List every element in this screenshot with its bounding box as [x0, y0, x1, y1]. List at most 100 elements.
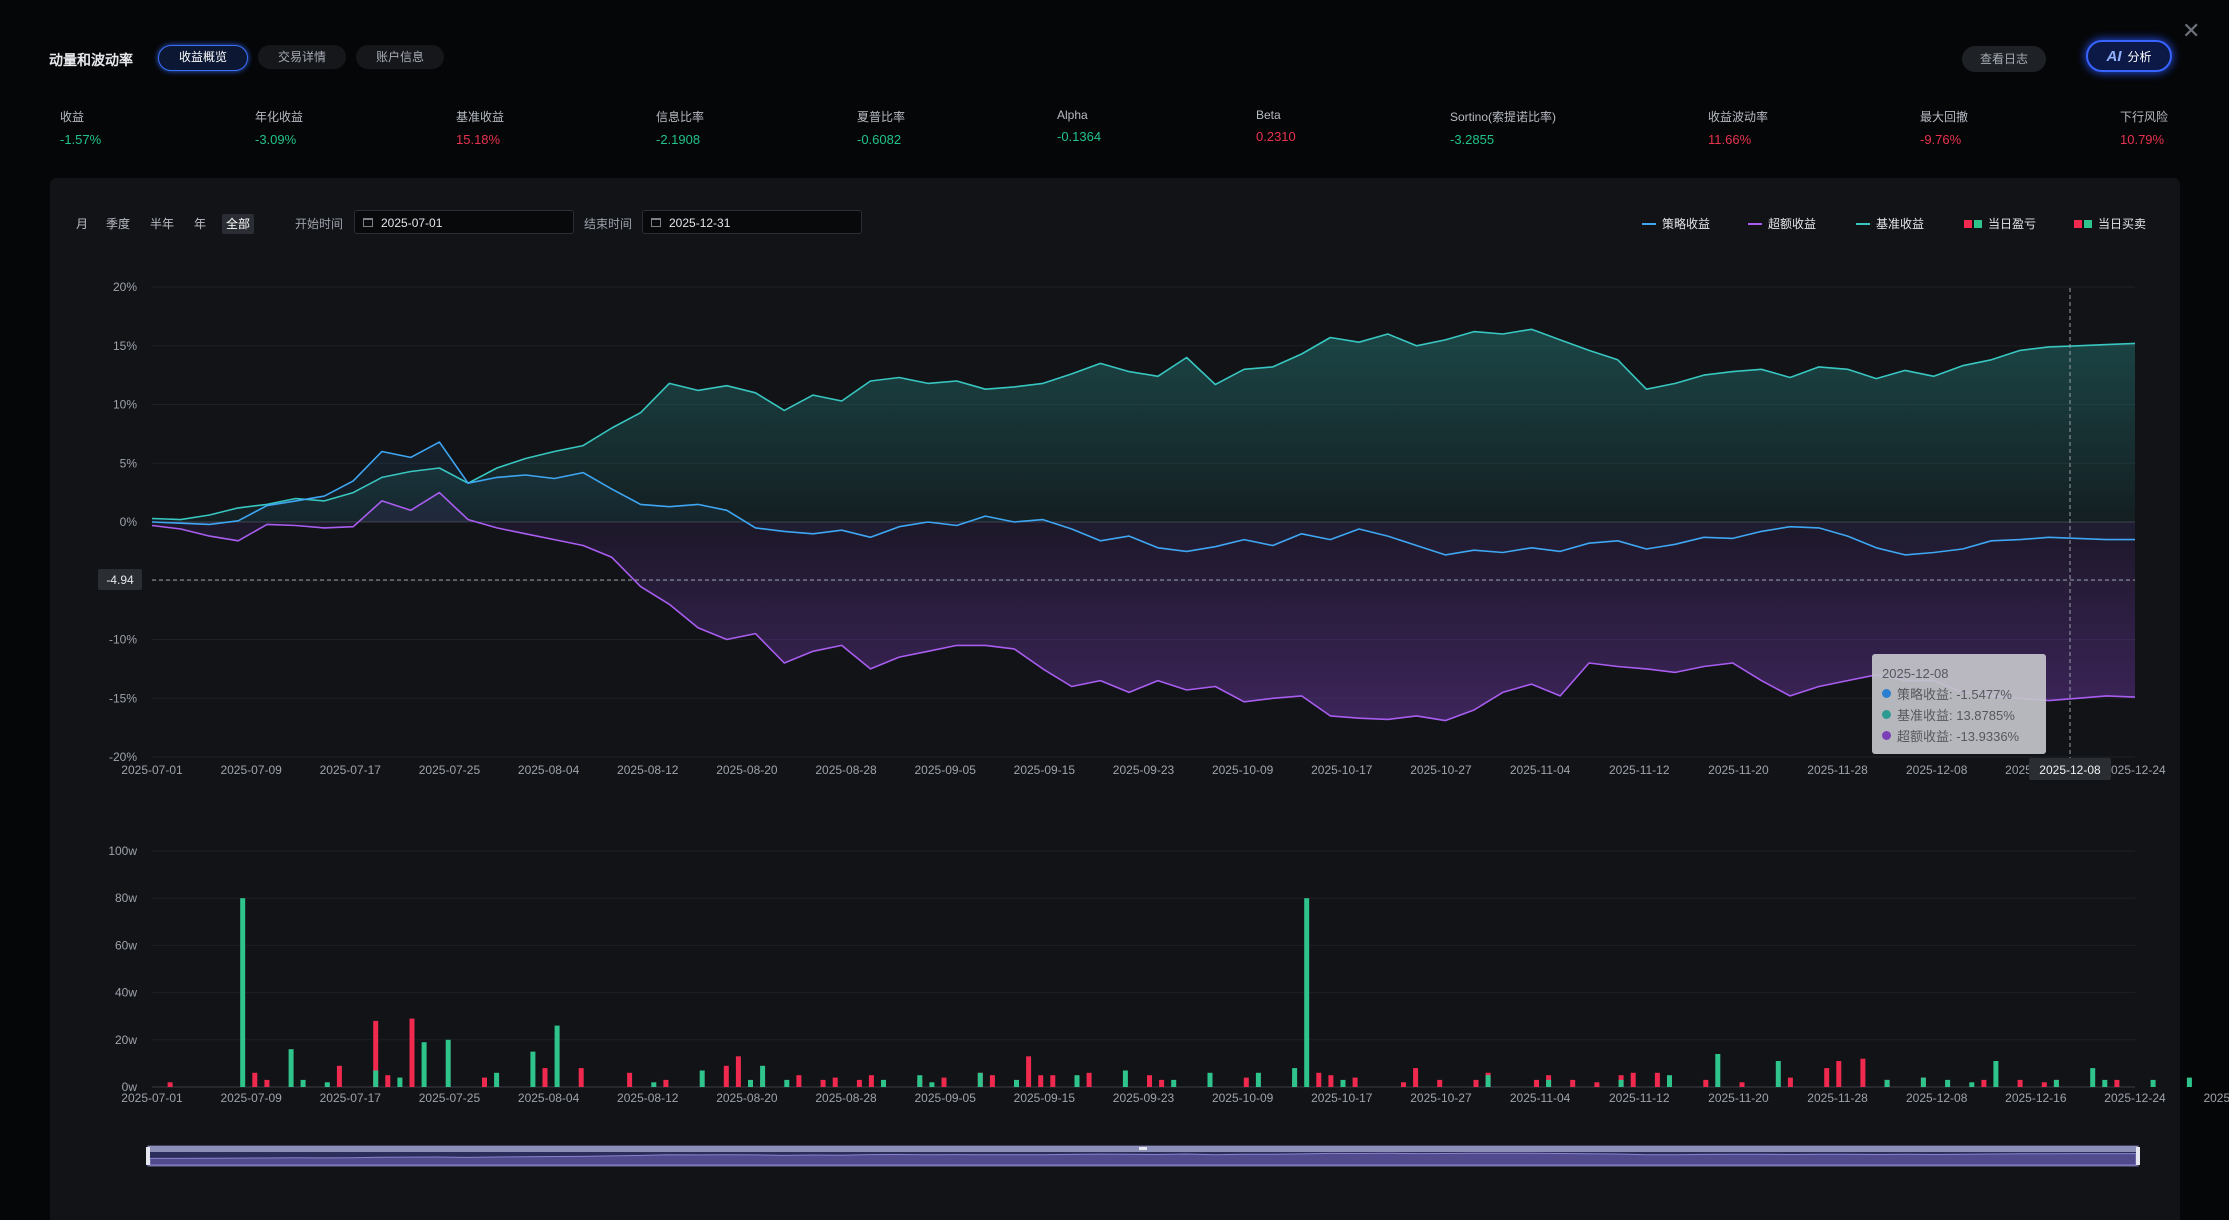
bar-daily-pnl[interactable] — [735, 1056, 741, 1087]
bar-daily-trades[interactable] — [494, 1072, 500, 1087]
bar-daily-trades[interactable] — [1546, 1079, 1552, 1087]
bar-daily-trades[interactable] — [1485, 1075, 1491, 1087]
bar-daily-trades[interactable] — [373, 1070, 379, 1088]
bar-daily-trades[interactable] — [1074, 1075, 1080, 1087]
bar-daily-pnl[interactable] — [832, 1077, 838, 1087]
bar-daily-pnl[interactable] — [1401, 1082, 1406, 1087]
bar-daily-trades[interactable] — [324, 1082, 330, 1087]
bar-daily-pnl[interactable] — [336, 1065, 342, 1087]
charts-canvas[interactable]: 20%15%10%5%0%-5%-10%-15%-20% 2025-07-012… — [0, 0, 2229, 1220]
bar-daily-trades[interactable] — [1292, 1068, 1298, 1087]
bar-daily-pnl[interactable] — [1316, 1072, 1322, 1087]
bar-daily-pnl[interactable] — [1352, 1077, 1358, 1087]
bar-daily-pnl[interactable] — [2041, 1082, 2047, 1087]
bar-daily-trades[interactable] — [784, 1079, 790, 1087]
bar-daily-trades[interactable] — [300, 1079, 306, 1087]
bar-daily-pnl[interactable] — [1437, 1079, 1443, 1087]
bar-daily-pnl[interactable] — [663, 1079, 669, 1087]
bar-daily-trades[interactable] — [917, 1075, 923, 1087]
bar-daily-trades[interactable] — [699, 1070, 705, 1088]
bar-daily-pnl[interactable] — [1836, 1061, 1842, 1087]
zoom-slider-center-grip[interactable] — [1139, 1147, 1147, 1150]
bar-daily-trades[interactable] — [1122, 1070, 1128, 1088]
bar-daily-trades[interactable] — [240, 898, 246, 1087]
bar-daily-pnl[interactable] — [1243, 1077, 1249, 1087]
bar-daily-trades[interactable] — [2150, 1079, 2156, 1087]
x-tick-label: 2025-09-23 — [1113, 763, 1175, 777]
bar-daily-trades[interactable] — [530, 1051, 536, 1087]
bar-daily-trades[interactable] — [421, 1042, 427, 1087]
bar-daily-trades[interactable] — [554, 1025, 560, 1087]
bar-daily-pnl[interactable] — [167, 1082, 173, 1087]
bar-daily-trades[interactable] — [445, 1039, 451, 1087]
bar-daily-trades[interactable] — [748, 1079, 753, 1087]
bar-daily-pnl[interactable] — [1086, 1072, 1092, 1087]
bar-daily-trades[interactable] — [1920, 1077, 1926, 1087]
bar-daily-pnl[interactable] — [1594, 1082, 1600, 1087]
bar-daily-trades[interactable] — [2053, 1079, 2059, 1087]
bar-daily-trades[interactable] — [1969, 1082, 1975, 1087]
bar-daily-trades[interactable] — [2102, 1079, 2108, 1087]
bar-daily-pnl[interactable] — [1860, 1058, 1866, 1087]
bar-daily-pnl[interactable] — [578, 1068, 584, 1087]
bar-daily-trades[interactable] — [760, 1065, 766, 1087]
bar-daily-trades[interactable] — [977, 1072, 983, 1087]
bar-daily-pnl[interactable] — [1026, 1056, 1032, 1087]
bar-daily-trades[interactable] — [1171, 1079, 1177, 1087]
bar-daily-pnl[interactable] — [542, 1068, 548, 1087]
bar-daily-pnl[interactable] — [1534, 1079, 1539, 1087]
bar-daily-trades[interactable] — [1667, 1075, 1672, 1087]
bar-daily-pnl[interactable] — [252, 1072, 258, 1087]
bar-daily-trades[interactable] — [1340, 1079, 1346, 1087]
bar-daily-pnl[interactable] — [385, 1075, 391, 1087]
bar-daily-trades[interactable] — [1207, 1072, 1213, 1087]
bar-daily-pnl[interactable] — [1654, 1072, 1660, 1087]
bar-daily-trades[interactable] — [1304, 898, 1310, 1087]
bar-daily-trades[interactable] — [1884, 1079, 1890, 1087]
tooltip-date: 2025-12-08 — [1882, 666, 1949, 681]
bar-daily-pnl[interactable] — [1038, 1075, 1044, 1087]
bar-daily-pnl[interactable] — [1739, 1082, 1745, 1087]
bar-daily-pnl[interactable] — [1159, 1079, 1165, 1087]
bar-daily-trades[interactable] — [881, 1079, 886, 1087]
bar-daily-pnl[interactable] — [264, 1079, 270, 1087]
bar-daily-trades[interactable] — [1014, 1079, 1019, 1087]
bar-daily-pnl[interactable] — [2017, 1079, 2023, 1087]
bar-daily-pnl[interactable] — [989, 1075, 995, 1087]
bar-daily-pnl[interactable] — [1050, 1075, 1056, 1087]
bar-daily-trades[interactable] — [651, 1082, 657, 1087]
bar-daily-pnl[interactable] — [1413, 1068, 1419, 1087]
bar-daily-pnl[interactable] — [941, 1077, 947, 1087]
bar-daily-trades[interactable] — [1945, 1079, 1951, 1087]
bar-daily-pnl[interactable] — [856, 1079, 862, 1087]
bar-daily-pnl[interactable] — [1981, 1079, 1987, 1087]
bar-daily-pnl[interactable] — [1630, 1072, 1636, 1087]
bar-daily-pnl[interactable] — [627, 1072, 633, 1087]
bar-daily-pnl[interactable] — [868, 1075, 874, 1087]
bar-daily-pnl[interactable] — [2114, 1079, 2120, 1087]
zoom-slider-right-handle[interactable] — [2136, 1147, 2140, 1165]
bar-daily-trades[interactable] — [2186, 1077, 2192, 1087]
bar-daily-pnl[interactable] — [796, 1075, 802, 1087]
bar-daily-pnl[interactable] — [482, 1077, 487, 1087]
bar-daily-trades[interactable] — [1775, 1061, 1781, 1087]
bar-daily-pnl[interactable] — [1824, 1068, 1830, 1087]
bar-daily-trades[interactable] — [929, 1082, 935, 1087]
bar-daily-pnl[interactable] — [409, 1018, 415, 1087]
bar-daily-pnl[interactable] — [1703, 1079, 1709, 1087]
bar-daily-trades[interactable] — [1715, 1054, 1721, 1087]
bar-daily-pnl[interactable] — [1787, 1077, 1793, 1087]
bar-daily-trades[interactable] — [1255, 1072, 1261, 1087]
bar-daily-pnl[interactable] — [1473, 1079, 1479, 1087]
bar-daily-pnl[interactable] — [1328, 1075, 1334, 1087]
zoom-slider-left-handle[interactable] — [146, 1147, 150, 1165]
bar-daily-trades[interactable] — [1993, 1061, 1999, 1087]
bar-daily-trades[interactable] — [397, 1077, 403, 1087]
bar-daily-pnl[interactable] — [1570, 1079, 1576, 1087]
bar-daily-pnl[interactable] — [723, 1065, 729, 1087]
bar-daily-trades[interactable] — [2090, 1068, 2096, 1087]
bar-daily-trades[interactable] — [288, 1049, 294, 1087]
bar-daily-pnl[interactable] — [820, 1079, 826, 1087]
bar-daily-trades[interactable] — [1618, 1079, 1624, 1087]
bar-daily-pnl[interactable] — [1147, 1075, 1152, 1087]
